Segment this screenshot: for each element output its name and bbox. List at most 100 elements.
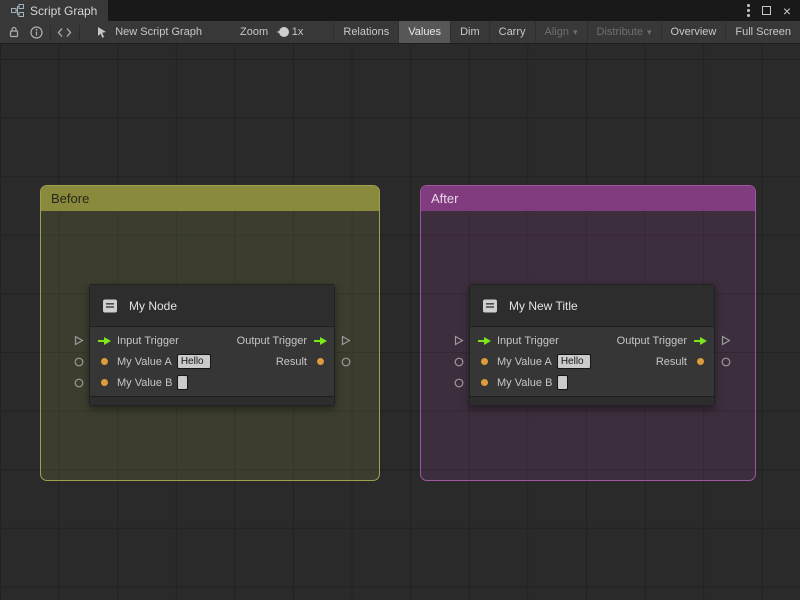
outer-output-ports — [339, 330, 352, 372]
fullscreen-button[interactable]: Full Screen — [725, 21, 800, 43]
window-controls: × — [746, 0, 800, 21]
values-button[interactable]: Values — [398, 21, 451, 43]
node-body: Input Trigger Output Trigger My Value A — [90, 327, 334, 396]
code-icon[interactable] — [57, 27, 72, 38]
graph-icon — [11, 4, 24, 17]
outer-input-ports — [72, 330, 85, 393]
group-title: Before — [51, 191, 90, 206]
circle-outline-icon[interactable] — [719, 351, 732, 372]
zoom-slider[interactable] — [277, 27, 289, 37]
tab-script-graph[interactable]: Script Graph — [0, 0, 109, 21]
close-icon[interactable]: × — [783, 4, 791, 18]
output-trigger-port[interactable]: Output Trigger — [617, 335, 708, 347]
carry-button[interactable]: Carry — [488, 21, 535, 43]
triangle-outline-icon[interactable] — [72, 330, 85, 351]
port-row-value-a: My Value A Result — [470, 351, 714, 372]
port-row-value-b: My Value B — [470, 372, 714, 393]
triangle-outline-icon[interactable] — [452, 330, 465, 351]
port-row-trigger: Input Trigger Output Trigger — [90, 330, 334, 351]
zoom-label: Zoom — [240, 26, 269, 38]
node-my-new-title[interactable]: My New Title Input Trigger Output Trigge… — [454, 284, 731, 406]
maximize-icon[interactable] — [761, 6, 771, 15]
orange-dot-icon — [476, 358, 492, 365]
lock-icon[interactable] — [8, 26, 20, 38]
node-title: My Node — [129, 298, 178, 313]
circle-outline-icon[interactable] — [72, 351, 85, 372]
circle-outline-icon[interactable] — [72, 372, 85, 393]
tab-title: Script Graph — [30, 3, 98, 18]
graph-name-label[interactable]: New Script Graph — [115, 26, 202, 38]
node-header[interactable]: My New Title — [470, 285, 714, 327]
port-label: My Value A — [117, 355, 172, 368]
orange-dot-icon — [692, 358, 708, 365]
align-button[interactable]: Align ▾ — [534, 21, 587, 43]
relations-button[interactable]: Relations — [333, 21, 398, 43]
port-label: My Value B — [497, 376, 553, 389]
unit-icon — [100, 297, 120, 315]
kebab-menu-icon[interactable] — [746, 4, 750, 17]
pointer-icon — [96, 26, 109, 39]
group-header[interactable]: Before — [41, 186, 379, 211]
port-label: My Value A — [497, 355, 552, 368]
outer-input-ports — [452, 330, 465, 393]
group-before[interactable]: Before My Node Input Trigger Output Trig… — [40, 185, 380, 481]
distribute-button[interactable]: Distribute ▾ — [586, 21, 661, 43]
green-arrow-icon — [312, 336, 328, 346]
port-label: My Value B — [117, 376, 173, 389]
triangle-outline-icon[interactable] — [339, 330, 352, 351]
graph-toolbar: New Script Graph Zoom 1x Relations Value… — [0, 21, 800, 44]
orange-dot-icon — [96, 358, 112, 365]
window-tab-bar: Script Graph × — [0, 0, 800, 21]
port-label: Result — [275, 355, 307, 368]
output-trigger-port[interactable]: Output Trigger — [237, 335, 328, 347]
node-header[interactable]: My Node — [90, 285, 334, 327]
graph-canvas[interactable]: Before My Node Input Trigger Output Trig… — [0, 44, 800, 600]
value-a-port[interactable]: My Value A — [476, 354, 591, 369]
port-label: Result — [655, 355, 687, 368]
chevron-down-icon: ▾ — [646, 26, 652, 37]
result-port[interactable]: Result — [656, 356, 708, 368]
info-icon[interactable] — [30, 25, 43, 39]
orange-dot-icon — [476, 379, 492, 386]
circle-outline-icon[interactable] — [452, 372, 465, 393]
node-my-node[interactable]: My Node Input Trigger Output Trigger My … — [74, 284, 351, 406]
zoom-value: 1x — [291, 26, 304, 38]
node-title: My New Title — [509, 298, 578, 313]
value-b-port[interactable]: My Value B — [96, 375, 189, 390]
group-after[interactable]: After My New Title Input Trigger Output … — [420, 185, 756, 481]
unit-icon — [480, 297, 500, 315]
port-label: Input Trigger — [497, 334, 559, 347]
input-trigger-port[interactable]: Input Trigger — [96, 335, 179, 347]
green-arrow-icon — [96, 336, 112, 346]
value-b-field[interactable] — [177, 375, 189, 390]
overview-button[interactable]: Overview — [660, 21, 726, 43]
triangle-outline-icon[interactable] — [719, 330, 732, 351]
group-header[interactable]: After — [421, 186, 755, 211]
value-a-field[interactable] — [176, 354, 211, 369]
dim-button[interactable]: Dim — [450, 21, 489, 43]
port-row-value-a: My Value A Result — [90, 351, 334, 372]
chevron-down-icon: ▾ — [572, 26, 578, 37]
orange-dot-icon — [312, 358, 328, 365]
toolbar-button-group: Relations Values Dim Carry Align ▾ Distr… — [333, 21, 800, 43]
value-b-field[interactable] — [557, 375, 569, 390]
input-trigger-port[interactable]: Input Trigger — [476, 335, 559, 347]
circle-outline-icon[interactable] — [452, 351, 465, 372]
group-title: After — [431, 191, 459, 206]
tab-bar-spacer — [108, 0, 746, 21]
node-footer — [470, 396, 714, 405]
node-body: Input Trigger Output Trigger My Value A — [470, 327, 714, 396]
outer-output-ports — [719, 330, 732, 372]
value-b-port[interactable]: My Value B — [476, 375, 569, 390]
port-label: Output Trigger — [236, 334, 307, 347]
zoom-slider-handle[interactable] — [278, 27, 289, 37]
value-a-field[interactable] — [556, 354, 591, 369]
result-port[interactable]: Result — [276, 356, 328, 368]
circle-outline-icon[interactable] — [339, 351, 352, 372]
orange-dot-icon — [96, 379, 112, 386]
port-label: Output Trigger — [616, 334, 687, 347]
port-row-trigger: Input Trigger Output Trigger — [470, 330, 714, 351]
port-row-value-b: My Value B — [90, 372, 334, 393]
node-footer — [90, 396, 334, 405]
value-a-port[interactable]: My Value A — [96, 354, 211, 369]
